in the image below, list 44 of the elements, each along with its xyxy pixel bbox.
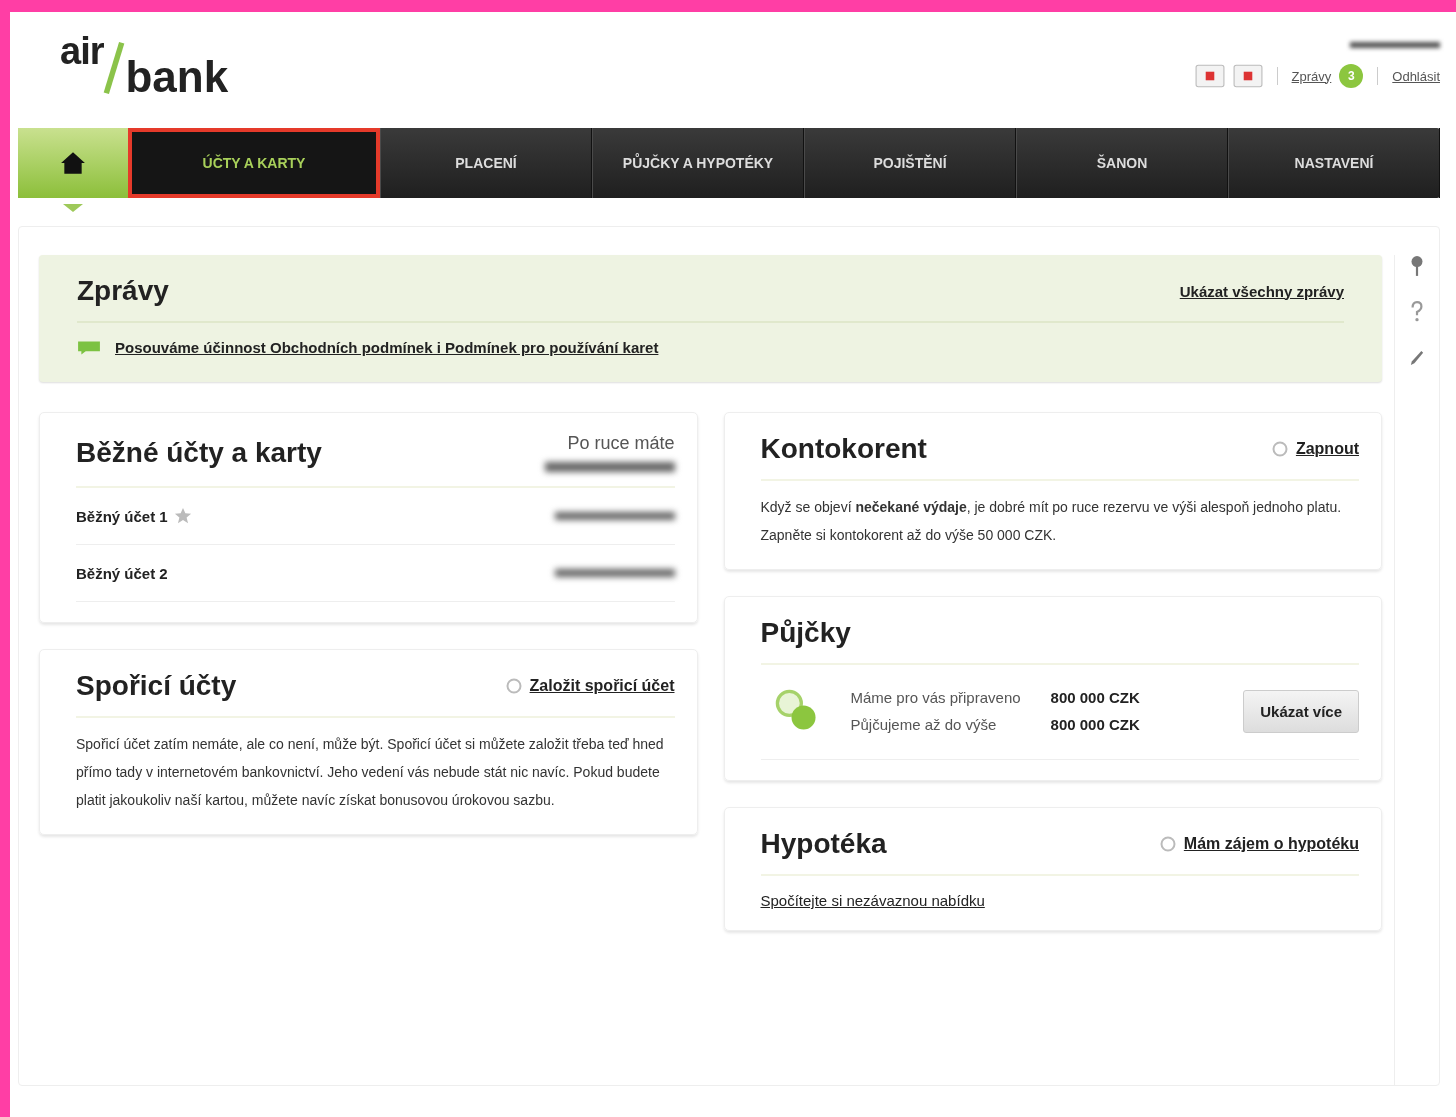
calculate-offer-link[interactable]: Spočítejte si nezávaznou nabídku [760,892,985,909]
section-title: Běžné účty a karty [76,436,322,469]
nav-tab[interactable]: POJIŠTĚNÍ [804,128,1016,198]
loan-label: Půjčujeme až do výše [850,716,998,733]
help-icon[interactable] [1410,301,1424,323]
section-title: Hypotéka [760,828,887,860]
section-title: Kontokorent [760,433,927,465]
mortgage-interest-link[interactable]: Mám zájem o hypotéku [1159,835,1359,853]
flag-icon[interactable] [1194,64,1225,88]
loan-label: Máme pro vás připraveno [850,689,1021,706]
circle-icon [1271,441,1288,457]
account-name[interactable]: Běžný účet 2 [76,564,168,582]
account-name[interactable]: Běžný účet 1 [76,507,168,525]
account-row[interactable]: Běžný účet 2 [76,545,675,602]
circle-icon [1159,836,1176,852]
savings-text: Spořicí účet zatím nemáte, ale co není, může být. Spořicí účet si můžete založit třeba teď hned přímo tady v internetovém bankovnictví. Jeho vedení vás nebude stát nic navíc. Pokud budete platit jakoukoliv naší kartou, můžete navíc získat bonusovou úrokovou sazbu. [76,735,665,810]
logo[interactable]: air bank [18,12,229,128]
message-count: 3 [1339,64,1364,88]
section-title: Zprávy [77,275,169,307]
circle-icon [505,678,522,694]
section-title: Půjčky [760,617,851,649]
show-all-messages-link[interactable]: Ukázat všechny zprávy [1179,282,1344,300]
enable-overdraft-link[interactable]: Zapnout [1271,440,1359,458]
pin-icon[interactable] [1410,255,1424,277]
show-more-button[interactable]: Ukázat více [1243,689,1359,733]
message-link[interactable]: Posouváme účinnost Obchodních podmínek i Podmínek pro používání karet [115,339,659,356]
open-savings-link[interactable]: Založit spořicí účet [505,677,675,695]
overdraft-text: Když se objeví nečekané výdaje, je dobré mít po ruce rezervu ve výši alespoň jednoho platu. Zapněte si kontokorent až do výše 50 000 CZK. [760,498,1343,545]
section-title: Spořicí účty [76,670,237,702]
logout-link[interactable]: Odhlásit [1392,68,1440,84]
messages-link[interactable]: Zprávy [1291,68,1332,84]
flag-icon[interactable] [1232,64,1263,88]
loan-amount: 800 000 CZK [1050,716,1140,733]
speech-bubble-icon [77,339,101,356]
available-label: Po ruce máte [567,433,675,454]
star-icon[interactable] [173,507,192,525]
nav-tab[interactable]: NASTAVENÍ [1228,128,1440,198]
home-icon [60,151,86,175]
loan-amount: 800 000 CZK [1050,689,1140,706]
nav-tab[interactable]: ŠANON [1016,128,1228,198]
nav-tab[interactable]: ÚČTY A KARTY [128,128,380,198]
nav-tab[interactable]: PLACENÍ [380,128,592,198]
account-row[interactable]: Běžný účet 1 [76,488,675,545]
nav-tab[interactable]: PŮJČKY A HYPOTÉKY [592,128,804,198]
